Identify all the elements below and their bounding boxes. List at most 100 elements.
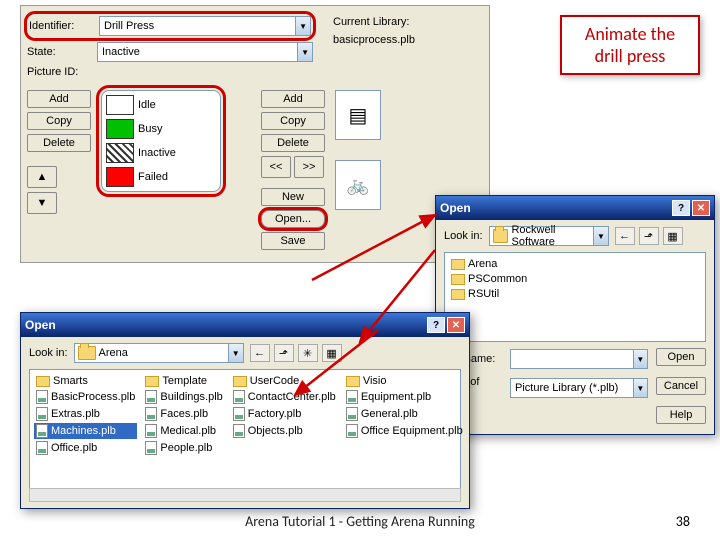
file-item[interactable]: UserCode — [231, 374, 338, 388]
filetype-input[interactable] — [511, 382, 633, 394]
nav-next-button[interactable]: >> — [294, 156, 324, 178]
file-label: General.plb — [361, 408, 418, 420]
cancel-button[interactable]: Cancel — [656, 377, 706, 395]
move-up-button[interactable]: ▲ — [27, 166, 57, 188]
file-list[interactable]: SmartsTemplateUserCodeVisioBasicProcess.… — [29, 369, 461, 489]
state-item-busy[interactable]: Busy — [104, 117, 218, 141]
nav-prev-button[interactable]: << — [261, 156, 291, 178]
file-item[interactable]: Smarts — [34, 374, 137, 388]
lookin-combo[interactable]: Arena ▼ — [74, 343, 244, 363]
help-icon[interactable]: ? — [427, 317, 445, 333]
state-combo[interactable]: ▼ — [97, 42, 313, 62]
chevron-down-icon[interactable]: ▼ — [228, 344, 243, 362]
titlebar[interactable]: Open ? ✕ — [436, 196, 714, 220]
library-delete-button[interactable]: Delete — [261, 134, 325, 152]
open-button[interactable]: Open — [656, 348, 706, 366]
library-add-button[interactable]: Add — [261, 90, 325, 108]
chevron-down-icon[interactable]: ▼ — [633, 350, 647, 368]
plb-file-icon — [36, 441, 48, 455]
filename-input[interactable] — [511, 353, 633, 365]
identifier-input[interactable] — [100, 20, 295, 32]
chevron-down-icon[interactable]: ▼ — [593, 227, 607, 245]
plb-file-icon — [36, 390, 48, 404]
state-input[interactable] — [98, 46, 297, 58]
delete-button[interactable]: Delete — [27, 134, 91, 152]
library-save-button[interactable]: Save — [261, 232, 325, 250]
file-label: Faces.plb — [160, 408, 208, 420]
file-item[interactable]: BasicProcess.plb — [34, 389, 137, 405]
titlebar[interactable]: Open ? ✕ — [21, 313, 469, 337]
file-item[interactable]: ContactCenter.plb — [231, 389, 338, 405]
folder-icon — [451, 274, 465, 285]
state-item-inactive[interactable]: Inactive — [104, 141, 218, 165]
file-label: Objects.plb — [248, 425, 303, 437]
file-item[interactable]: Machines.plb — [34, 423, 137, 439]
file-list[interactable]: Arena PSCommonRSUtil — [444, 252, 706, 342]
file-item[interactable]: Equipment.plb — [344, 389, 465, 405]
horizontal-scrollbar[interactable] — [29, 488, 461, 502]
identifier-combo[interactable]: ▼ — [99, 16, 311, 36]
file-item[interactable]: RSUtil — [449, 287, 701, 301]
up-folder-icon[interactable]: ⬏ — [639, 227, 659, 245]
file-item[interactable]: Objects.plb — [231, 423, 338, 439]
close-icon[interactable]: ✕ — [692, 200, 710, 216]
document-icon: ▤ — [349, 103, 368, 128]
back-icon[interactable]: ← — [250, 344, 270, 362]
folder-icon — [493, 229, 509, 243]
help-button[interactable]: Help — [656, 406, 706, 424]
file-item[interactable]: Faces.plb — [143, 406, 224, 422]
state-item-idle[interactable]: Idle — [104, 93, 218, 117]
help-icon[interactable]: ? — [672, 200, 690, 216]
chevron-down-icon[interactable]: ▼ — [297, 43, 312, 61]
open-dialog-rockwell: Open ? ✕ Look in: Rockwell Software ▼ ← … — [435, 195, 715, 435]
window-title: Open — [440, 201, 471, 215]
resource-picture-dialog: Identifier: ▼ State: ▼ Picture ID: — [20, 5, 490, 263]
new-folder-icon[interactable]: ✳ — [298, 344, 318, 362]
folder-icon — [451, 259, 465, 270]
close-icon[interactable]: ✕ — [447, 317, 465, 333]
library-copy-button[interactable]: Copy — [261, 112, 325, 130]
file-item[interactable]: People.plb — [143, 440, 224, 456]
file-item[interactable]: Office.plb — [34, 440, 137, 456]
file-item[interactable]: Medical.plb — [143, 423, 224, 439]
folder-icon — [36, 376, 50, 387]
chevron-down-icon[interactable]: ▼ — [633, 379, 647, 397]
identifier-label: Identifier: — [29, 20, 99, 32]
views-icon[interactable]: ▦ — [663, 227, 683, 245]
state-item-failed[interactable]: Failed — [104, 165, 218, 189]
chevron-down-icon[interactable]: ▼ — [295, 17, 310, 35]
lookin-combo[interactable]: Rockwell Software ▼ — [489, 226, 609, 246]
folder-icon — [451, 289, 465, 300]
file-item[interactable]: Buildings.plb — [143, 389, 224, 405]
file-item[interactable]: Template — [143, 374, 224, 388]
open-dialog-arena: Open ? ✕ Look in: Arena ▼ ← ⬏ ✳ ▦ Smarts… — [20, 312, 470, 509]
plb-file-icon — [233, 407, 245, 421]
file-item[interactable]: Office Equipment.plb — [344, 423, 465, 439]
filename-combo[interactable]: ▼ — [510, 349, 648, 369]
file-item[interactable]: General.plb — [344, 406, 465, 422]
file-item[interactable]: Arena — [449, 257, 701, 271]
states-list[interactable]: Idle Busy Inactive Failed — [101, 90, 221, 192]
file-item[interactable]: Extras.plb — [34, 406, 137, 422]
file-item[interactable]: PSCommon — [449, 272, 701, 286]
add-button[interactable]: Add — [27, 90, 91, 108]
plb-file-icon — [233, 424, 245, 438]
up-folder-icon[interactable]: ⬏ — [274, 344, 294, 362]
state-label-text: Inactive — [138, 147, 176, 159]
file-label: Arena — [468, 258, 497, 270]
picture-id-label: Picture ID: — [27, 66, 97, 78]
file-label: Medical.plb — [160, 425, 216, 437]
library-open-button[interactable]: Open... — [261, 210, 325, 228]
copy-button[interactable]: Copy — [27, 112, 91, 130]
file-label: Equipment.plb — [361, 391, 431, 403]
state-swatch-busy — [106, 119, 134, 139]
file-label: Template — [162, 375, 207, 387]
file-item[interactable]: Factory.plb — [231, 406, 338, 422]
views-icon[interactable]: ▦ — [322, 344, 342, 362]
file-item[interactable]: Visio — [344, 374, 465, 388]
filetype-combo[interactable]: ▼ — [510, 378, 648, 398]
library-new-button[interactable]: New — [261, 188, 325, 206]
slide-number: 38 — [676, 513, 690, 530]
move-down-button[interactable]: ▼ — [27, 192, 57, 214]
back-icon[interactable]: ← — [615, 227, 635, 245]
